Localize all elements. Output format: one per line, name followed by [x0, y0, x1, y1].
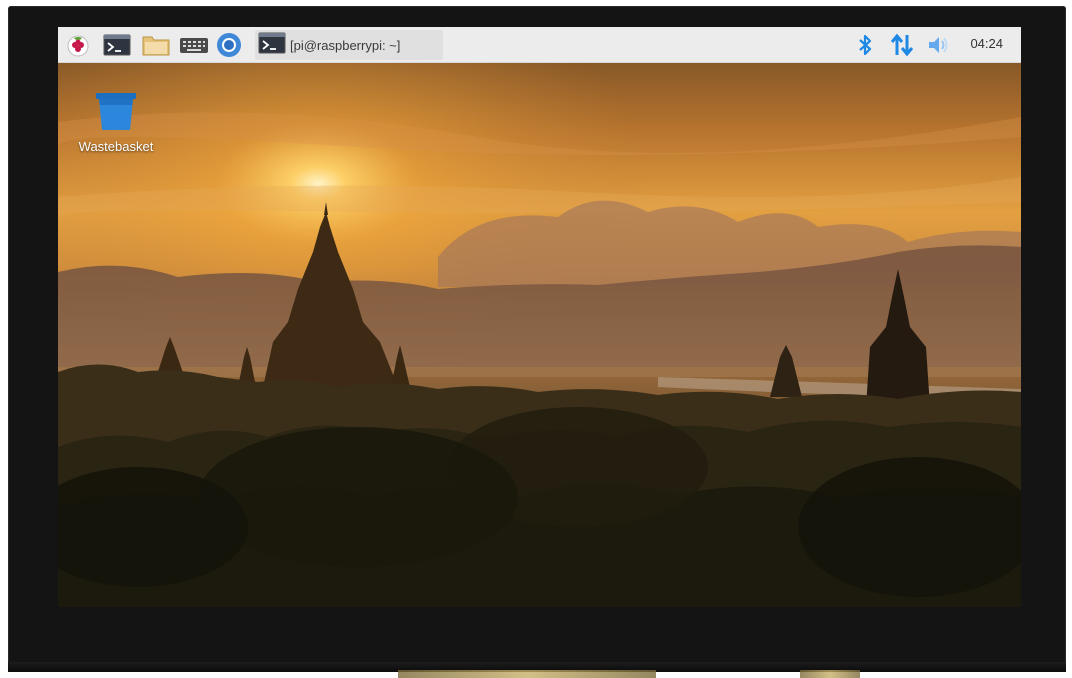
desktop-icon-wastebasket[interactable]: Wastebasket: [66, 89, 166, 154]
network-arrows-icon[interactable]: [888, 31, 916, 58]
connector-strip: [398, 670, 656, 678]
taskbar: [pi@raspberrypi: ~] 04:24: [58, 27, 1021, 63]
terminal-icon[interactable]: [102, 31, 132, 58]
volume-icon[interactable]: [924, 31, 952, 58]
taskbar-window-terminal[interactable]: [pi@raspberrypi: ~]: [255, 30, 443, 60]
terminal-icon: [258, 31, 286, 60]
raspberry-menu-icon[interactable]: [64, 31, 92, 58]
chromium-icon[interactable]: [214, 31, 244, 58]
desktop-icon-label: Wastebasket: [78, 139, 154, 154]
folder-icon[interactable]: [140, 31, 172, 58]
taskbar-window-label: [pi@raspberrypi: ~]: [290, 37, 401, 53]
bluetooth-icon[interactable]: [854, 31, 876, 58]
desktop-wallpaper: [58, 27, 1021, 607]
keyboard-icon[interactable]: [178, 31, 210, 58]
wastebasket-icon: [96, 93, 136, 130]
screen: [pi@raspberrypi: ~] 04:24 Wastebasket: [58, 27, 1021, 607]
connector-strip-right: [800, 670, 860, 678]
clock[interactable]: 04:24: [970, 36, 1003, 51]
